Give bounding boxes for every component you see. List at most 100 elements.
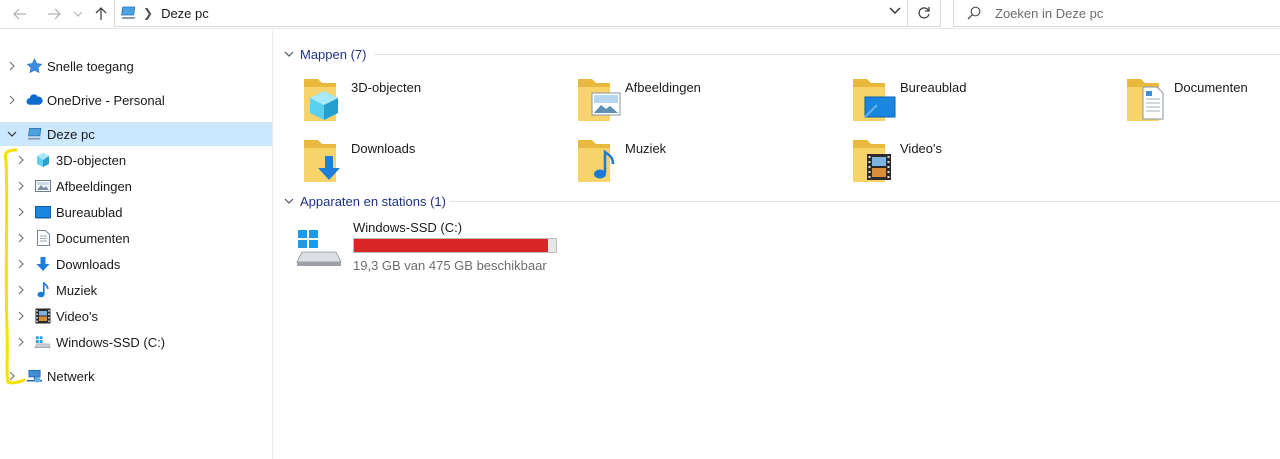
chevron-right-icon[interactable] xyxy=(16,337,26,347)
3d-objects-folder-icon xyxy=(304,79,338,121)
music-icon xyxy=(34,282,51,298)
folder-label: Muziek xyxy=(625,141,667,156)
sidebar-item-label: Muziek xyxy=(56,282,98,298)
chevron-right-icon[interactable] xyxy=(16,285,26,295)
folder-label: Documenten xyxy=(1174,80,1248,95)
search-input[interactable]: Zoeken in Deze pc xyxy=(953,0,1280,27)
arrow-up-icon xyxy=(95,7,107,20)
up-button[interactable] xyxy=(91,4,111,24)
navigation-pane: Snelle toegang OneDrive - Personal Deze … xyxy=(0,30,273,459)
chevron-down-icon[interactable] xyxy=(889,7,901,15)
chevron-right-icon[interactable] xyxy=(16,311,26,321)
chevron-right-icon[interactable] xyxy=(16,259,26,269)
group-divider xyxy=(374,54,1280,55)
sidebar-item-label: Windows-SSD (C:) xyxy=(56,334,166,350)
group-header-folders[interactable]: Mappen (7) xyxy=(284,45,366,63)
folder-pictures[interactable]: Afbeeldingen xyxy=(576,73,846,129)
music-folder-icon xyxy=(578,140,615,182)
downloads-folder-icon xyxy=(304,140,340,182)
sidebar-item-label: 3D-objecten xyxy=(56,152,127,168)
recent-locations-button[interactable] xyxy=(68,4,88,24)
desktop-folder-icon xyxy=(853,79,896,121)
chevron-right-icon[interactable] xyxy=(7,95,17,105)
sidebar-item-label: Netwerk xyxy=(47,368,95,384)
address-toolbar: ❯ Deze pc Zoeken in Deze pc xyxy=(0,0,1280,29)
cloud-icon xyxy=(26,92,43,108)
group-title: Mappen (7) xyxy=(300,46,367,62)
refresh-icon xyxy=(918,7,930,19)
group-title: Apparaten en stations (1) xyxy=(300,193,446,209)
refresh-button[interactable] xyxy=(908,0,941,27)
sidebar-item-desktop[interactable]: Bureaublad xyxy=(0,200,272,224)
sidebar-item-3d-objects[interactable]: 3D-objecten xyxy=(0,148,272,172)
chevron-down-icon[interactable] xyxy=(284,198,294,204)
windows-drive-icon xyxy=(296,230,342,266)
chevron-down-icon[interactable] xyxy=(284,51,294,57)
documents-icon xyxy=(35,230,52,246)
chevron-down-icon xyxy=(73,11,83,17)
downloads-icon xyxy=(34,256,51,272)
drive-usage-fill xyxy=(354,239,548,252)
drive-free-space: 19,3 GB van 475 GB beschikbaar xyxy=(353,258,547,273)
group-header-devices[interactable]: Apparaten en stations (1) xyxy=(284,192,446,210)
address-bar[interactable]: ❯ Deze pc xyxy=(114,0,908,27)
videos-folder-icon xyxy=(853,140,891,182)
chevron-right-icon[interactable] xyxy=(7,371,17,381)
sidebar-item-this-pc[interactable]: Deze pc xyxy=(0,122,272,146)
chevron-right-icon[interactable] xyxy=(16,207,26,217)
pictures-folder-icon xyxy=(578,79,621,121)
sidebar-item-network[interactable]: Netwerk xyxy=(0,364,272,388)
network-icon xyxy=(26,368,43,384)
folder-3d-objects[interactable]: 3D-objecten xyxy=(302,73,572,129)
folder-documents[interactable]: Documenten xyxy=(1125,73,1280,129)
search-icon xyxy=(967,6,981,20)
folder-music[interactable]: Muziek xyxy=(576,134,846,190)
sidebar-item-videos[interactable]: Video's xyxy=(0,304,272,328)
folder-label: 3D-objecten xyxy=(351,80,422,95)
sidebar-item-label: Afbeeldingen xyxy=(56,178,132,194)
drive-windows-ssd[interactable]: Windows-SSD (C:) 19,3 GB van 475 GB besc… xyxy=(296,218,586,274)
computer-icon xyxy=(121,6,136,19)
sidebar-item-label: Deze pc xyxy=(47,126,95,142)
pictures-icon xyxy=(34,178,51,194)
sidebar-item-label: Documenten xyxy=(56,230,130,246)
chevron-right-icon[interactable] xyxy=(16,181,26,191)
sidebar-item-music[interactable]: Muziek xyxy=(0,278,272,302)
chevron-right-icon[interactable] xyxy=(16,233,26,243)
videos-icon xyxy=(34,308,51,324)
desktop-icon xyxy=(34,204,51,220)
arrow-right-icon xyxy=(48,8,61,20)
sidebar-item-label: OneDrive - Personal xyxy=(47,92,165,108)
drive-icon xyxy=(34,334,51,350)
drive-name: Windows-SSD (C:) xyxy=(353,220,463,235)
group-divider xyxy=(450,201,1280,202)
star-icon xyxy=(26,58,43,74)
folder-videos[interactable]: Video's xyxy=(851,134,1121,190)
search-placeholder: Zoeken in Deze pc xyxy=(995,5,1104,21)
folder-label: Downloads xyxy=(351,141,416,156)
sidebar-item-downloads[interactable]: Downloads xyxy=(0,252,272,276)
folder-downloads[interactable]: Downloads xyxy=(302,134,572,190)
sidebar-item-label: Bureaublad xyxy=(56,204,123,220)
sidebar-item-label: Snelle toegang xyxy=(47,58,134,74)
breadcrumb-location[interactable]: Deze pc xyxy=(161,6,209,21)
sidebar-item-pictures[interactable]: Afbeeldingen xyxy=(0,174,272,198)
forward-button[interactable] xyxy=(44,4,64,24)
documents-folder-icon xyxy=(1127,79,1164,121)
computer-icon xyxy=(27,126,44,142)
chevron-right-icon[interactable] xyxy=(7,61,17,71)
sidebar-item-quick-access[interactable]: Snelle toegang xyxy=(0,54,272,78)
sidebar-item-label: Downloads xyxy=(56,256,121,272)
arrow-left-icon xyxy=(13,8,26,20)
chevron-down-icon[interactable] xyxy=(7,129,17,139)
back-button[interactable] xyxy=(10,4,30,24)
folder-label: Bureaublad xyxy=(900,80,967,95)
drive-usage-bar xyxy=(353,238,557,253)
breadcrumb-separator: ❯ xyxy=(143,6,154,20)
chevron-right-icon[interactable] xyxy=(16,155,26,165)
sidebar-item-onedrive[interactable]: OneDrive - Personal xyxy=(0,88,272,112)
sidebar-item-documents[interactable]: Documenten xyxy=(0,226,272,250)
folder-desktop[interactable]: Bureaublad xyxy=(851,73,1121,129)
content-pane: Mappen (7) 3D-objecten Afbeeldingen Bure… xyxy=(274,30,1280,459)
sidebar-item-windows-ssd[interactable]: Windows-SSD (C:) xyxy=(0,330,272,354)
